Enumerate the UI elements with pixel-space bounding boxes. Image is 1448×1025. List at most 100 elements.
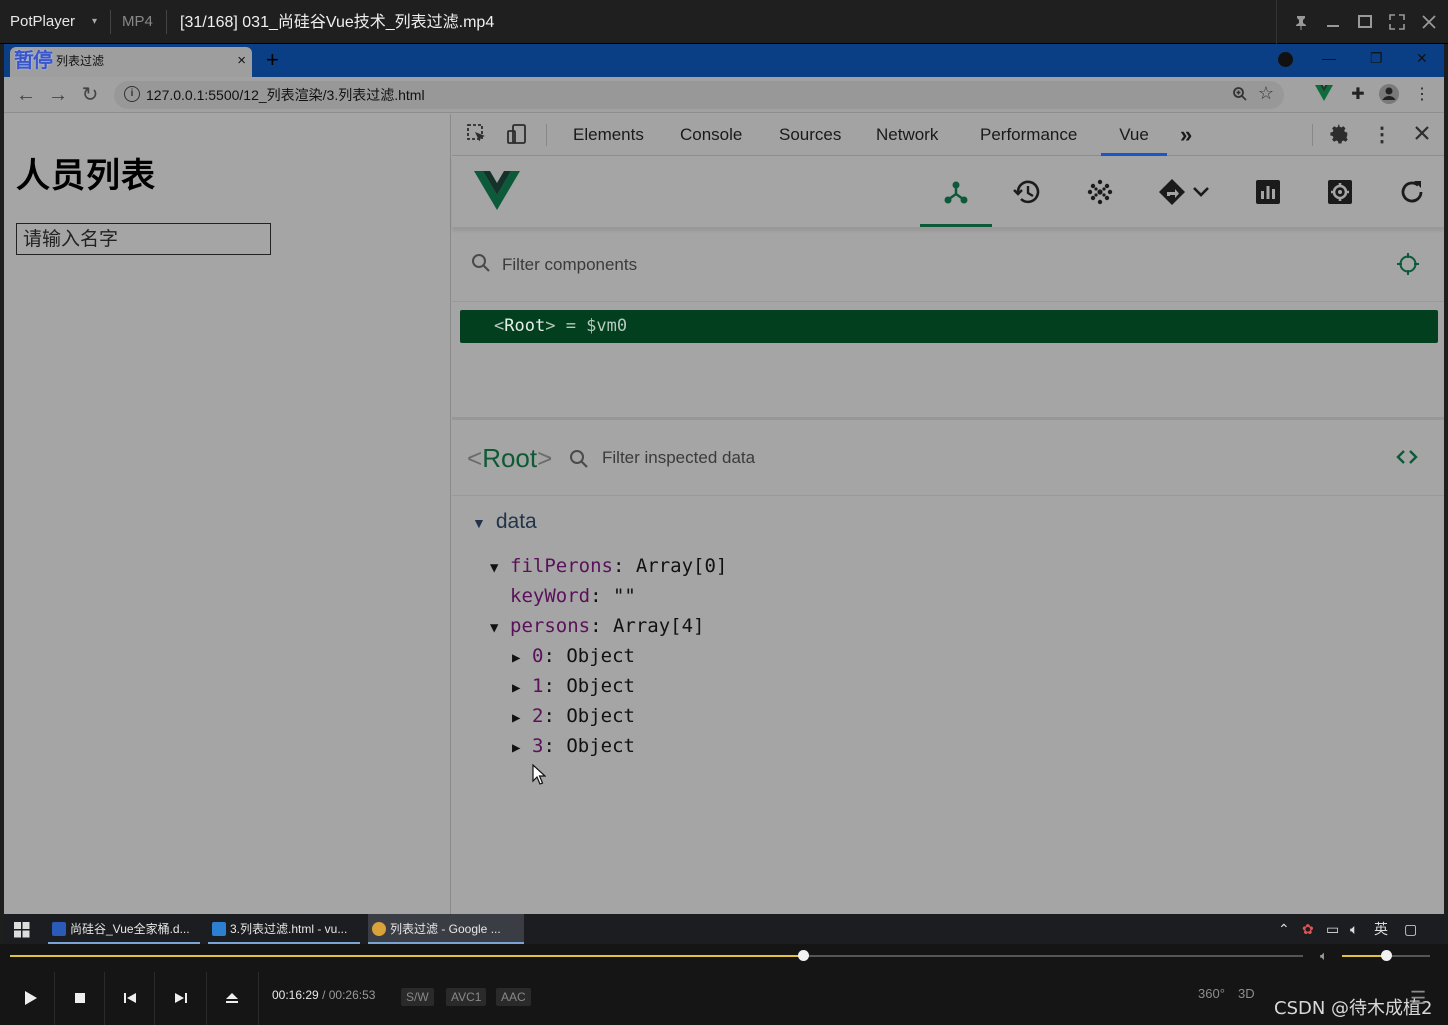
site-info-icon[interactable]: i [124,86,140,102]
video-frame[interactable]: 列表过滤 × 暂停 + — ❐ ✕ ← → ↻ i 127.0.0.1:5500… [4,44,1444,914]
caret-down-icon: ▼ [490,560,499,576]
vue-devtools-extension-icon[interactable] [1314,83,1338,107]
tray-overflow-icon[interactable]: ⌃ [1278,914,1290,944]
3d-button[interactable]: 3D [1238,986,1255,1001]
filter-components-bar[interactable]: Filter components [452,228,1444,302]
caret-down-icon: ▼ [472,515,486,531]
filter-inspected-data-input[interactable]: Filter inspected data [602,420,755,496]
notification-icon[interactable]: ▢ [1404,914,1417,944]
tab-vue[interactable]: Vue [1101,114,1167,156]
ime-indicator[interactable]: 英 [1374,914,1388,944]
fullscreen-icon[interactable] [1388,13,1406,31]
vuex-store-icon[interactable] [1084,176,1116,208]
tab-performance[interactable]: Performance [980,114,1077,156]
tab-sources[interactable]: Sources [779,114,841,156]
divider [166,10,167,34]
eject-icon[interactable] [220,986,244,1010]
previous-icon[interactable] [118,986,142,1010]
open-in-editor-code-icon[interactable] [1396,446,1418,468]
more-options-icon[interactable]: ⋮ [1370,123,1394,147]
minimize-icon[interactable] [1324,13,1342,31]
array-item-row[interactable]: ▶ 3: Object [512,731,635,761]
refresh-icon[interactable] [1396,176,1428,208]
settings-gear-icon[interactable] [1328,123,1352,147]
device-toolbar-icon[interactable] [506,123,530,147]
filter-components-input[interactable]: Filter components [502,228,637,302]
tab-elements[interactable]: Elements [573,114,644,156]
close-icon[interactable] [1420,13,1438,31]
inspect-element-icon[interactable] [466,123,490,147]
vr-360-button[interactable]: 360° [1198,986,1225,1001]
tab-console[interactable]: Console [680,114,742,156]
play-icon[interactable] [18,986,42,1010]
volume-icon[interactable]: 🔈︎ [1320,948,1328,964]
caret-right-icon: ▶ [512,680,521,696]
prop-row[interactable]: keyWord: "" [510,581,636,611]
watermark-text: CSDN @待木成植2 [1274,998,1433,1019]
network-icon[interactable]: ▭ [1326,914,1339,944]
reload-icon[interactable]: ↻ [78,83,102,107]
bookmark-star-icon[interactable]: ☆ [1258,83,1274,104]
forward-icon[interactable]: → [46,83,70,107]
routing-icon[interactable] [1156,176,1188,208]
audio-codec-tag[interactable]: AAC [496,988,531,1006]
tab-close-button[interactable]: × [237,53,246,69]
close-icon[interactable]: ✕ [1416,46,1428,70]
component-tree: <Root> = $vm0 [452,302,1444,420]
performance-chart-icon[interactable] [1252,176,1284,208]
array-item-row[interactable]: ▶ 1: Object [512,671,635,701]
zoom-icon[interactable] [1232,86,1248,102]
word-icon [52,922,66,936]
prop-row[interactable]: ▼ filPerons: Array[0] [490,551,727,581]
extensions-icon[interactable]: ✚ [1346,83,1370,107]
name-search-input[interactable] [17,224,270,254]
select-component-target-icon[interactable] [1396,252,1420,276]
more-tabs-button[interactable]: » [1180,114,1192,156]
back-icon[interactable]: ← [14,83,38,107]
prop-row[interactable]: ▼ persons: Array[4] [490,611,704,641]
menu-kebab-icon[interactable]: ⋮ [1410,83,1434,107]
tree-row-root[interactable]: <Root> = $vm0 [460,310,1438,343]
next-icon[interactable] [169,986,193,1010]
stop-icon[interactable] [68,986,92,1010]
volume-level [1342,955,1386,957]
array-item-row[interactable]: ▶ 2: Object [512,701,635,731]
data-section-toggle[interactable]: ▼ data [472,510,537,534]
new-tab-button[interactable]: + [266,48,279,72]
tray-app-icon[interactable]: ✿ [1302,914,1314,944]
chevron-down-icon[interactable] [1190,176,1212,208]
tab-title: 列表过滤 [56,54,105,68]
chevron-down-icon[interactable]: ▾ [92,16,102,27]
minimize-icon[interactable]: — [1322,46,1336,70]
profile-avatar[interactable] [1378,83,1402,107]
windows-start-icon[interactable] [14,922,30,938]
url-text[interactable]: 127.0.0.1:5500/12_列表渲染/3.列表过滤.html [146,81,425,109]
devtools-toolbar: Elements Console Sources Network Perform… [452,114,1444,156]
maximize-icon[interactable] [1356,13,1374,31]
format-label: MP4 [122,13,153,30]
components-icon[interactable] [940,176,972,208]
pin-icon[interactable] [1292,13,1310,31]
array-item-row[interactable]: ▶ 0: Object [512,641,635,671]
volume-icon[interactable]: 🔈︎ [1350,914,1358,944]
taskbar-item-chrome[interactable]: 列表过滤 - Google ... [368,914,524,944]
timeline-history-icon[interactable] [1012,176,1044,208]
player-menu-button[interactable]: PotPlayer [10,0,75,44]
seek-handle[interactable] [797,950,809,961]
tab-network[interactable]: Network [876,114,938,156]
caret-right-icon: ▶ [512,710,521,726]
video-codec-tag[interactable]: AVC1 [446,988,487,1006]
page-title: 人员列表 [16,156,156,196]
taskbar-item-word[interactable]: 尚硅谷_Vue全家桶.d... [48,914,200,944]
taskbar-item-vscode[interactable]: 3.列表过滤.html - vu... [208,914,360,944]
name-search-field[interactable] [16,223,271,255]
restore-icon[interactable]: ❐ [1370,46,1383,70]
search-icon [470,252,492,274]
browser-toolbar: ← → ↻ i 127.0.0.1:5500/12_列表渲染/3.列表过滤.ht… [4,77,1444,113]
address-bar[interactable]: i 127.0.0.1:5500/12_列表渲染/3.列表过滤.html ☆ [114,81,1284,109]
decoder-tag[interactable]: S/W [401,988,434,1006]
volume-handle[interactable] [1381,950,1392,961]
settings-icon[interactable] [1324,176,1356,208]
close-devtools-icon[interactable] [1412,123,1436,147]
playlist-menu-icon[interactable]: ☰ [1410,988,1426,1009]
